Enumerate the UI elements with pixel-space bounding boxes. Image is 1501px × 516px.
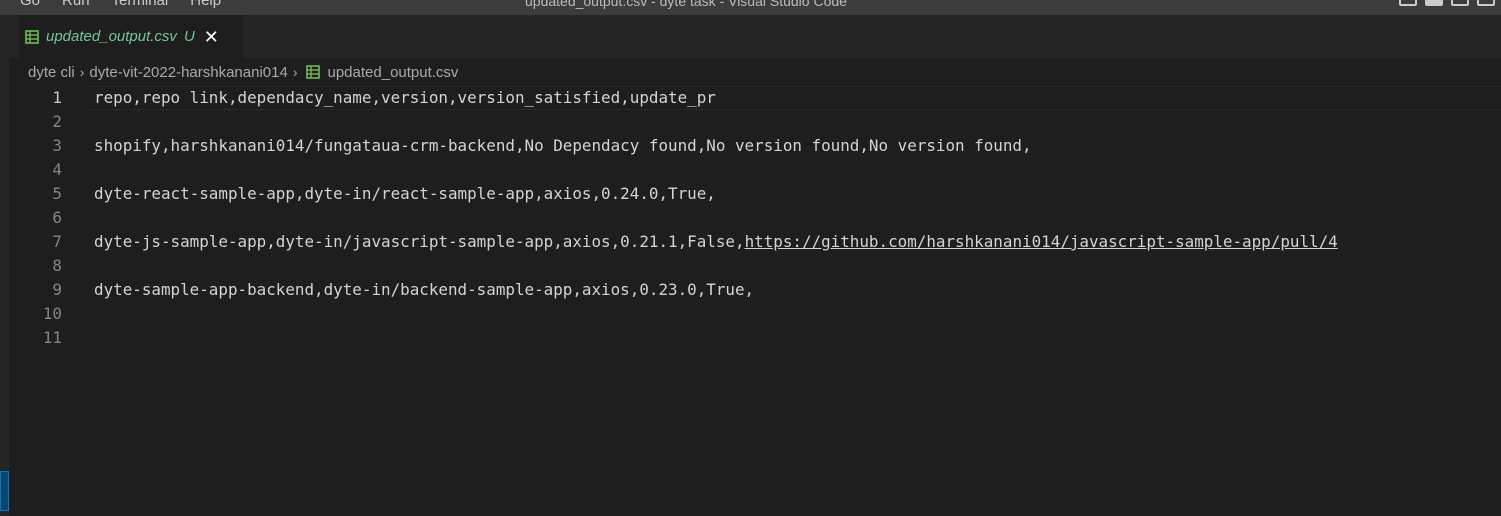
activity-bar [0, 15, 9, 516]
tab-bar: updated_output.csv U ✕ [9, 15, 1501, 58]
window-title: updated_output.csv - dyte task - Visual … [525, 0, 847, 9]
editor-line[interactable]: 6 [9, 206, 1501, 230]
line-content: dyte-react-sample-app,dyte-in/react-samp… [94, 182, 716, 206]
breadcrumb-item-file[interactable]: updated_output.csv [328, 64, 459, 81]
line-number: 4 [52, 160, 62, 179]
editor-line[interactable]: 8 [9, 254, 1501, 278]
menu-terminal[interactable]: Terminal [112, 0, 169, 10]
editor-line[interactable]: 9 dyte-sample-app-backend,dyte-in/backen… [9, 278, 1501, 302]
editor-line[interactable]: 1 repo,repo link,dependacy_name,version,… [9, 86, 1501, 110]
menu-go[interactable]: Go [20, 0, 40, 10]
line-number: 6 [52, 208, 62, 227]
line-number: 7 [52, 232, 62, 251]
layout-controls [1399, 0, 1495, 6]
chevron-right-icon: › [79, 64, 85, 80]
line-text: repo,repo link,dependacy_name,version,ve… [94, 88, 716, 107]
line-text: shopify,harshkanani014/fungataua-crm-bac… [94, 136, 1032, 155]
line-content: dyte-sample-app-backend,dyte-in/backend-… [94, 278, 754, 302]
line-content: repo,repo link,dependacy_name,version,ve… [94, 86, 716, 110]
menu-run[interactable]: Run [62, 0, 90, 10]
line-number: 2 [52, 112, 62, 131]
toggle-secondary-sidebar-icon[interactable] [1451, 0, 1469, 6]
menu-bar: Go Run Terminal Help [0, 0, 221, 10]
editor-line[interactable]: 3 shopify,harshkanani014/fungataua-crm-b… [9, 134, 1501, 158]
line-number: 11 [42, 328, 62, 347]
close-icon[interactable]: ✕ [204, 28, 219, 46]
toggle-sidebar-icon[interactable] [1399, 0, 1417, 6]
code-editor[interactable]: 1 repo,repo link,dependacy_name,version,… [9, 86, 1501, 516]
line-text: dyte-react-sample-app,dyte-in/react-samp… [94, 184, 716, 203]
line-number: 10 [42, 304, 62, 323]
toggle-panel-icon[interactable] [1425, 0, 1443, 6]
editor-line[interactable]: 5 dyte-react-sample-app,dyte-in/react-sa… [9, 182, 1501, 206]
untracked-badge: U [183, 28, 195, 45]
tab-updated-output-csv[interactable]: updated_output.csv U ✕ [19, 15, 243, 58]
pull-request-link[interactable]: https://github.com/harshkanani014/javasc… [745, 232, 1338, 251]
line-number: 8 [52, 256, 62, 275]
editor-line[interactable]: 7 dyte-js-sample-app,dyte-in/javascript-… [9, 230, 1501, 254]
line-content: dyte-js-sample-app,dyte-in/javascript-sa… [94, 230, 1338, 254]
line-number: 5 [52, 184, 62, 203]
customize-layout-icon[interactable] [1477, 0, 1495, 6]
line-text: dyte-sample-app-backend,dyte-in/backend-… [94, 280, 755, 299]
line-number: 3 [52, 136, 62, 155]
line-number: 1 [52, 88, 62, 107]
line-text: dyte-js-sample-app,dyte-in/javascript-sa… [94, 232, 745, 251]
menu-help[interactable]: Help [190, 0, 221, 10]
chevron-right-icon: › [292, 64, 298, 80]
csv-file-icon [25, 29, 39, 44]
title-bar: Go Run Terminal Help updated_output.csv … [0, 0, 1501, 15]
breadcrumb: dyte cli › dyte-vit-2022-harshkanani014 … [9, 58, 1501, 86]
activity-bar-active-item[interactable] [0, 471, 9, 511]
breadcrumb-item-dyte-cli[interactable]: dyte cli [28, 64, 75, 81]
editor-line[interactable]: 10 [9, 302, 1501, 326]
line-content: shopify,harshkanani014/fungataua-crm-bac… [94, 134, 1032, 158]
editor-line[interactable]: 11 [9, 326, 1501, 350]
csv-file-icon [305, 65, 320, 79]
line-number: 9 [52, 280, 62, 299]
breadcrumb-item-folder[interactable]: dyte-vit-2022-harshkanani014 [89, 64, 287, 81]
editor-line[interactable]: 2 [9, 110, 1501, 134]
editor-line[interactable]: 4 [9, 158, 1501, 182]
tab-label: updated_output.csv [46, 28, 177, 45]
